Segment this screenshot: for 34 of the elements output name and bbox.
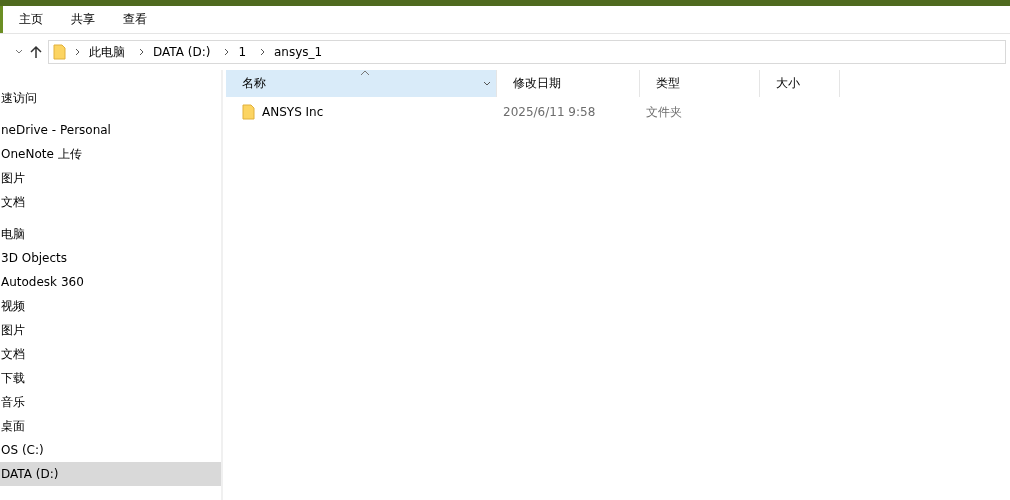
sidebar-item[interactable]: OneNote 上传 [0, 142, 221, 166]
sidebar-item[interactable]: 桌面 [0, 414, 221, 438]
sidebar-item[interactable]: 下载 [0, 366, 221, 390]
folder-icon [242, 104, 256, 120]
file-name[interactable]: ANSYS Inc [262, 105, 324, 119]
ribbon-tab[interactable]: 查看 [109, 6, 161, 33]
sidebar-item[interactable]: 速访问 [0, 86, 221, 110]
dropdown-chevron-icon[interactable] [482, 80, 492, 88]
address-bar[interactable]: 此电脑 DATA (D:) 1 ansys_1 [48, 40, 1006, 64]
breadcrumb[interactable]: DATA (D:) [147, 45, 217, 59]
sidebar-item[interactable]: 电脑 [0, 222, 221, 246]
sidebar-item[interactable]: 图片 [0, 318, 221, 342]
sidebar-item[interactable]: neDrive - Personal [0, 118, 221, 142]
sidebar-item[interactable]: 图片 [0, 166, 221, 190]
breadcrumb[interactable]: 1 [232, 45, 252, 59]
sidebar-item[interactable]: OS (C:) [0, 438, 221, 462]
type-cell-text: 文件夹 [645, 103, 683, 121]
sidebar-item[interactable]: Autodesk 360 [0, 270, 221, 294]
sidebar-item[interactable]: 3D Objects [0, 246, 221, 270]
sidebar-item[interactable]: 视频 [0, 294, 221, 318]
file-name-cell[interactable]: ANSYS Inc [226, 104, 497, 120]
breadcrumb[interactable]: ansys_1 [268, 45, 329, 59]
breadcrumb[interactable]: 此电脑 [83, 43, 131, 61]
ribbon-tab[interactable]: 共享 [57, 6, 109, 33]
sidebar-item[interactable]: 文档 [0, 190, 221, 214]
sidebar-item[interactable]: 文档 [0, 342, 221, 366]
folder-icon [53, 44, 67, 60]
column-header[interactable]: 名称 [226, 70, 497, 97]
date-cell-text: 2025/6/11 9:58 [502, 105, 597, 119]
sidebar-item[interactable]: DATA (D:) [0, 462, 221, 486]
sort-up-icon [360, 70, 370, 76]
sidebar-item[interactable]: 音乐 [0, 390, 221, 414]
ribbon-tab[interactable]: 主页 [5, 6, 57, 33]
up-arrow-icon[interactable] [30, 45, 42, 59]
